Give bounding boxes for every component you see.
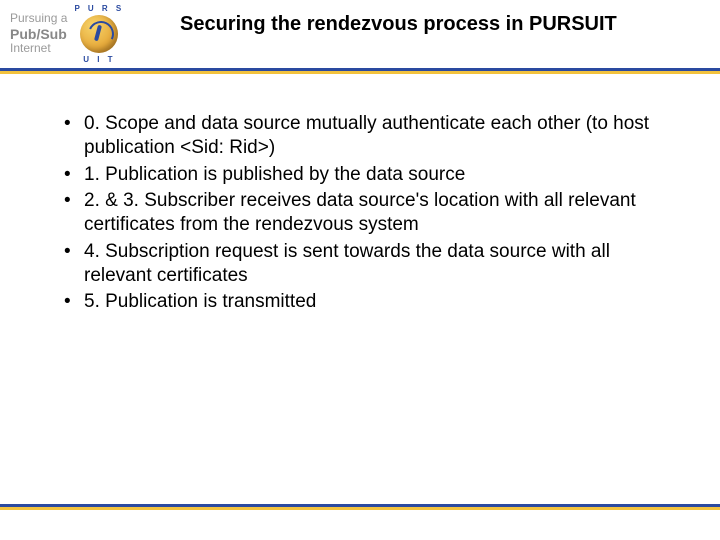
logo-line3: Internet — [10, 42, 67, 56]
title-block: Securing the rendezvous process in PURSU… — [170, 6, 710, 37]
logo-block: Pursuing a Pub/Sub Internet P U R S U I … — [10, 6, 170, 62]
slide-header: Pursuing a Pub/Sub Internet P U R S U I … — [0, 0, 720, 62]
list-item: 2. & 3. Subscriber receives data source'… — [60, 189, 660, 238]
logo-arc-top: P U R S — [71, 4, 127, 13]
bullet-list: 0. Scope and data source mutually authen… — [60, 112, 660, 315]
list-item: 0. Scope and data source mutually authen… — [60, 112, 660, 161]
logo-text: Pursuing a Pub/Sub Internet — [10, 6, 67, 56]
divider-yellow — [0, 507, 720, 510]
logo-line2: Pub/Sub — [10, 26, 67, 42]
list-item: 1. Publication is published by the data … — [60, 163, 660, 187]
logo-arc-bottom: U I T — [71, 55, 127, 64]
slide-title: Securing the rendezvous process in PURSU… — [180, 12, 710, 37]
pursuit-logo-icon: P U R S U I T — [71, 6, 127, 62]
list-item: 4. Subscription request is sent towards … — [60, 240, 660, 289]
globe-icon — [80, 15, 118, 53]
footer-divider — [0, 504, 720, 510]
slide-content: 0. Scope and data source mutually authen… — [0, 74, 720, 315]
logo-line1: Pursuing a — [10, 12, 67, 26]
list-item: 5. Publication is transmitted — [60, 290, 660, 314]
